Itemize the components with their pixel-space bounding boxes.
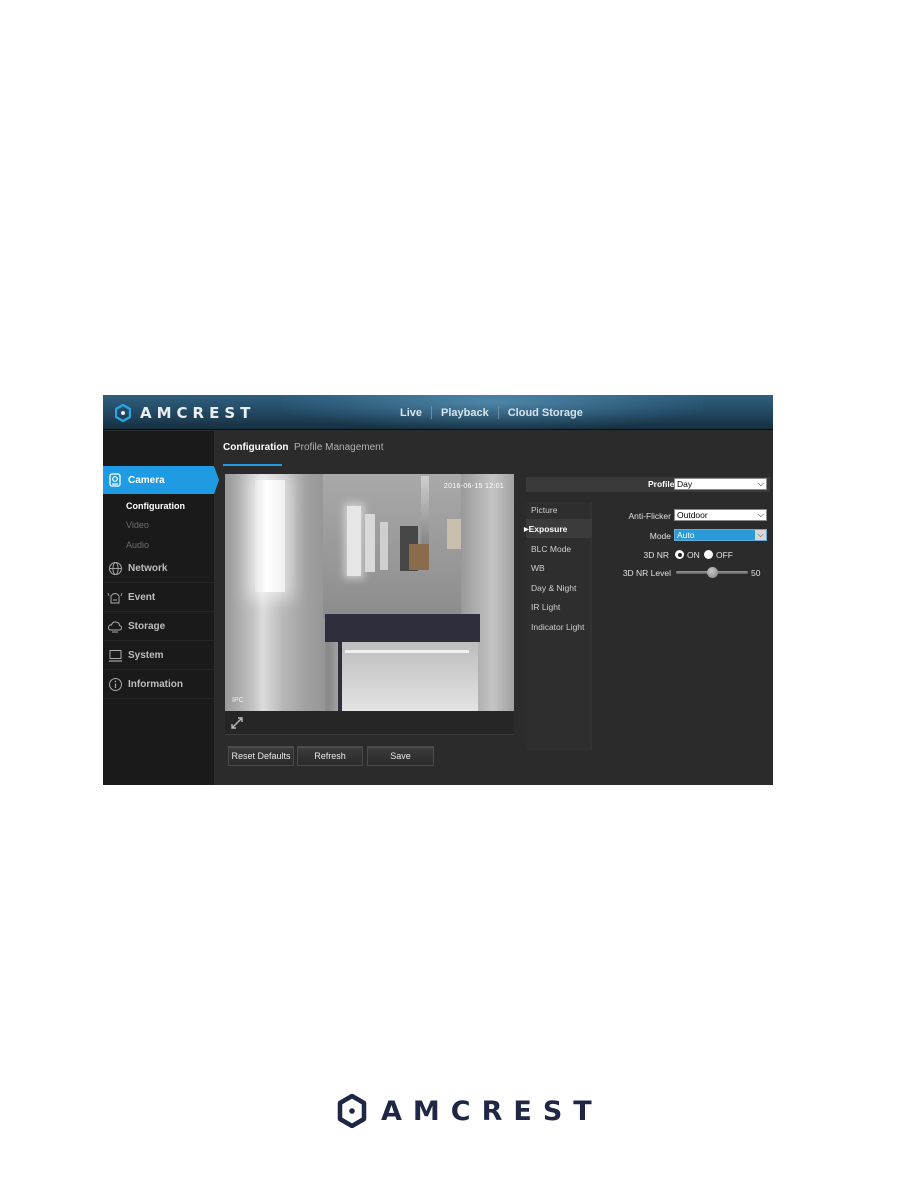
mode-label: Mode: [649, 531, 671, 541]
slider-thumb[interactable]: [707, 567, 718, 578]
globe-icon: [106, 560, 124, 578]
video-scene: [365, 514, 375, 572]
config-tabs: Configuration Profile Management: [214, 431, 773, 467]
3dnr-level-slider[interactable]: [676, 567, 748, 578]
anti-flicker-select[interactable]: Outdoor ⌵: [674, 509, 767, 521]
sidebar-subitem-video[interactable]: Video: [126, 520, 149, 530]
sidebar-item-label: Information: [128, 679, 183, 690]
video-scene: [347, 506, 361, 576]
active-tab-indicator: [223, 464, 282, 466]
reset-defaults-button[interactable]: Reset Defaults: [228, 746, 294, 766]
sidebar-subitem-configuration[interactable]: Configuration: [126, 501, 185, 511]
submenu-label: Exposure: [528, 524, 568, 534]
submenu-ir-light[interactable]: IR Light: [531, 602, 560, 612]
sidebar-item-label: System: [128, 650, 164, 661]
anti-flicker-label: Anti-Flicker: [628, 511, 671, 521]
brand-name: AMCREST: [140, 404, 256, 422]
sidebar-item-event[interactable]: Event: [103, 584, 214, 612]
chevron-down-icon: ⌵: [755, 530, 766, 540]
video-scene: [255, 480, 285, 592]
mode-value: Auto: [677, 530, 695, 540]
info-icon: [106, 676, 124, 694]
sidebar-item-label: Storage: [128, 621, 166, 632]
sidebar-item-label: Event: [128, 592, 156, 603]
nav-playback[interactable]: Playback: [432, 407, 498, 419]
3dnr-level-value: 50: [751, 568, 761, 578]
submenu-indicator-light[interactable]: Indicator Light: [531, 622, 584, 632]
3dnr-off-radio[interactable]: [704, 550, 713, 559]
submenu-day-night[interactable]: Day & Night: [531, 583, 576, 593]
video-scene: [409, 544, 429, 570]
footer-logo: AMCREST: [337, 1094, 603, 1128]
fullscreen-icon[interactable]: [230, 716, 244, 730]
submenu-exposure[interactable]: ▶Exposure: [524, 524, 567, 534]
video-toolbar: [225, 711, 514, 735]
sidebar: Camera Configuration Video Audio Network…: [103, 431, 219, 785]
sidebar-subitem-audio[interactable]: Audio: [126, 540, 149, 550]
sidebar-item-label: Camera: [128, 474, 165, 486]
save-button[interactable]: Save: [367, 746, 434, 766]
refresh-button[interactable]: Refresh: [297, 746, 363, 766]
profile-label: Profile: [648, 479, 675, 489]
nav-live[interactable]: Live: [391, 407, 431, 419]
camera-icon: [106, 471, 124, 489]
profile-select-value: Day: [677, 479, 693, 489]
amcrest-hex-icon: [115, 404, 131, 422]
submenu-blc-mode[interactable]: BLC Mode: [531, 544, 571, 554]
mode-select[interactable]: Auto ⌵: [674, 529, 767, 541]
video-preview[interactable]: 2016-06-15 12:01 IPC: [225, 474, 514, 711]
tab-configuration[interactable]: Configuration: [223, 442, 289, 453]
sidebar-item-camera[interactable]: Camera: [103, 466, 219, 494]
profile-select[interactable]: Day ⌵: [674, 478, 767, 490]
video-channel-label: IPC: [232, 697, 244, 704]
amcrest-logo: AMCREST: [115, 403, 255, 423]
footer-brand-name: AMCREST: [381, 1095, 603, 1127]
video-scene: [447, 519, 461, 549]
3dnr-on-label: ON: [687, 550, 700, 560]
tab-profile-management[interactable]: Profile Management: [294, 442, 384, 453]
video-timestamp: 2016-06-15 12:01: [443, 483, 504, 490]
sidebar-item-system[interactable]: System: [103, 642, 214, 670]
anti-flicker-value: Outdoor: [677, 510, 708, 520]
amcrest-hex-icon: [337, 1094, 367, 1128]
sidebar-item-label: Network: [128, 563, 168, 574]
3dnr-level-label: 3D NR Level: [622, 568, 671, 578]
chevron-down-icon: ⌵: [757, 479, 764, 488]
video-scene: [380, 522, 388, 570]
top-navigation: Live Playback Cloud Storage: [391, 395, 592, 430]
nav-cloud-storage[interactable]: Cloud Storage: [499, 407, 592, 419]
cloud-icon: [106, 618, 124, 636]
sidebar-item-storage[interactable]: Storage: [103, 613, 214, 641]
top-header: AMCREST Live Playback Cloud Storage: [103, 395, 773, 430]
submenu-picture[interactable]: Picture: [531, 505, 557, 515]
sidebar-item-information[interactable]: Information: [103, 671, 214, 699]
video-scene: [345, 650, 469, 653]
alarm-icon: [106, 589, 124, 607]
3dnr-on-radio[interactable]: [675, 550, 684, 559]
submenu-wb[interactable]: WB: [531, 563, 545, 573]
monitor-icon: [106, 647, 124, 665]
amcrest-web-ui: AMCREST Live Playback Cloud Storage Came…: [103, 395, 773, 785]
3dnr-off-label: OFF: [716, 550, 733, 560]
sidebar-item-network[interactable]: Network: [103, 555, 214, 583]
video-scene: [325, 614, 480, 642]
3dnr-label: 3D NR: [643, 550, 669, 560]
chevron-down-icon: ⌵: [757, 510, 764, 519]
